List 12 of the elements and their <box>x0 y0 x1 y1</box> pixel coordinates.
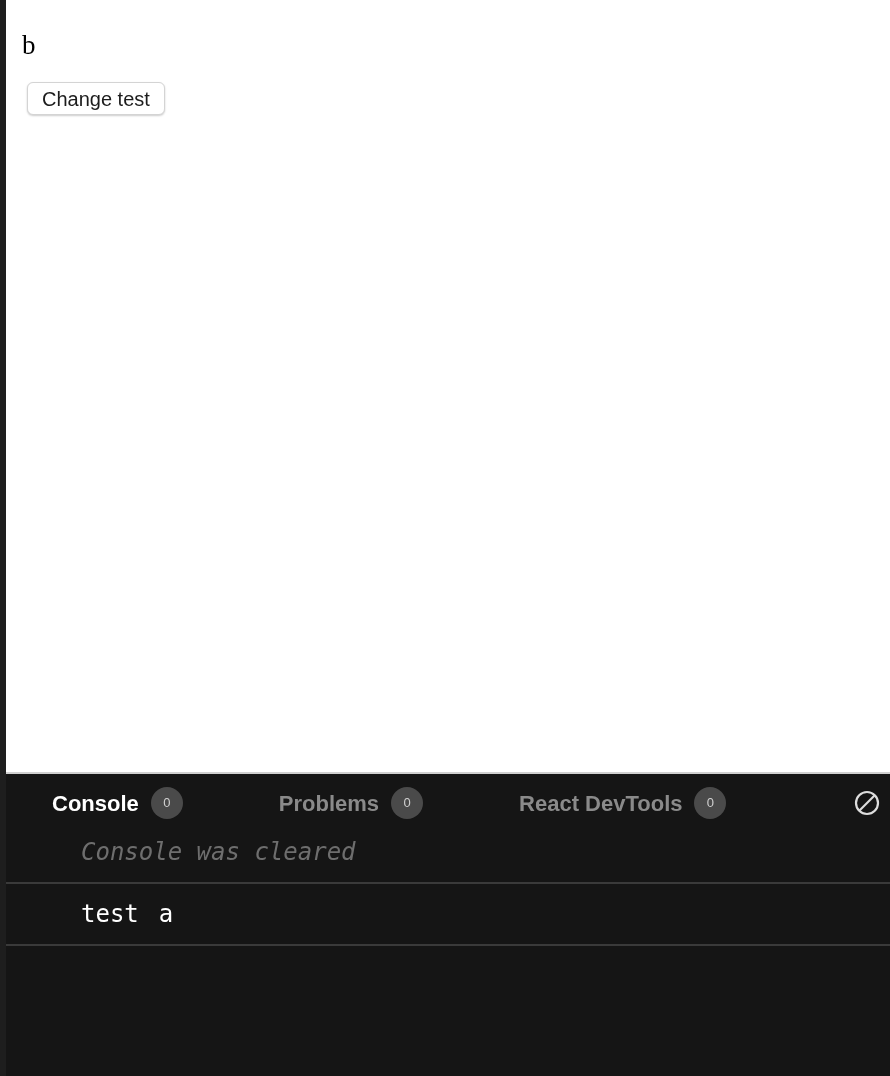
count-badge: 0 <box>150 787 183 819</box>
change-test-button[interactable]: Change test <box>27 82 165 115</box>
console-message: a <box>158 899 174 930</box>
clear-console-icon[interactable] <box>854 790 880 816</box>
console-message: test <box>81 899 139 930</box>
count-badge: 0 <box>391 787 424 819</box>
console-tab[interactable]: React DevTools 0 <box>513 782 733 824</box>
console-tab[interactable]: Problems 0 <box>272 782 430 824</box>
console-message: Console was cleared <box>81 837 356 868</box>
count-badge: 0 <box>694 787 727 819</box>
heading-text: b <box>22 29 36 62</box>
console-tab[interactable]: Console 0 <box>46 782 189 824</box>
